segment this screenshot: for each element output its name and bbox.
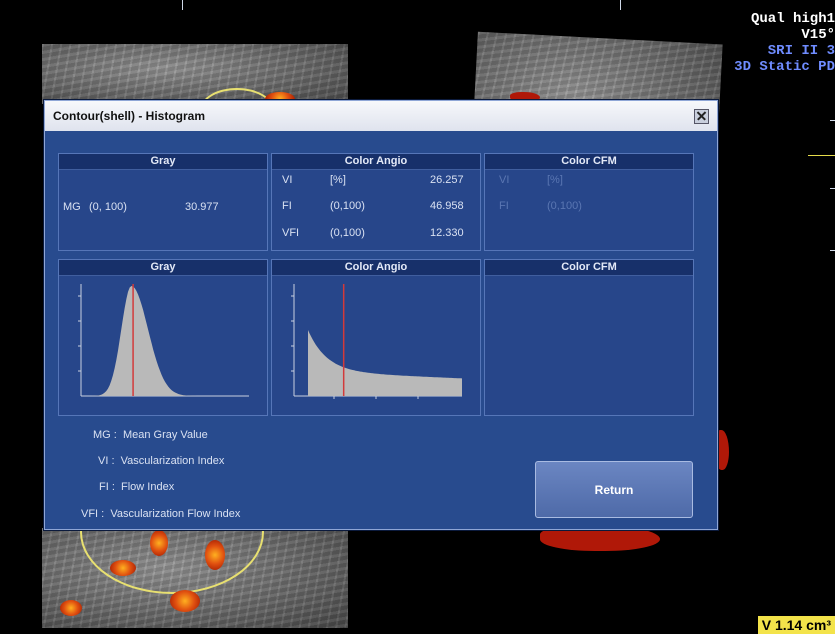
legend-vfi: VFI : Vascularization Flow Index (81, 508, 240, 520)
mode-label: 3D Static PD (734, 59, 835, 75)
scale-tick (830, 250, 835, 251)
legend-text: Vascularization Index (120, 455, 225, 467)
legend-abbr: VI : (98, 455, 115, 467)
vfi-range: (0,100) (330, 227, 365, 239)
panel-header: Color CFM (485, 154, 693, 170)
color-angio-stats-panel: Color Angio VI [%] 26.257 FI (0,100) 46.… (271, 153, 481, 251)
vi-range: [%] (330, 174, 346, 186)
scale-tick (182, 0, 183, 10)
return-button[interactable]: Return (535, 461, 693, 518)
volume-readout: V 1.14 cm³ (757, 616, 835, 634)
legend-text: Flow Index (121, 481, 175, 493)
gray-histogram-area (81, 286, 249, 396)
fi-label: FI (282, 200, 292, 212)
close-icon[interactable] (694, 108, 709, 124)
scale-tick (830, 120, 835, 121)
legend-abbr: VFI : (81, 508, 105, 520)
fi-range: (0,100) (330, 200, 365, 212)
gray-stats-panel: Gray MG (0, 100) 30.977 (58, 153, 268, 251)
angle-label: V15° (801, 27, 835, 43)
flow-spot (205, 540, 225, 570)
flow-spot (110, 560, 136, 576)
panel-header: Color Angio (272, 154, 480, 170)
mg-label: MG (63, 201, 81, 213)
angio-histogram-chart (291, 284, 462, 399)
angio-histogram-panel: Color Angio (271, 259, 481, 416)
dialog-titlebar: Contour(shell) - Histogram (45, 101, 717, 131)
flow-spot (150, 530, 168, 556)
cfm-vi-label: VI (499, 174, 510, 186)
legend-text: Mean Gray Value (122, 429, 208, 441)
scale-tick (808, 155, 835, 156)
scale-tick (620, 0, 621, 10)
fi-value: 46.958 (430, 200, 464, 212)
panel-header: Gray (59, 260, 267, 276)
quality-label: Qual high1 (750, 11, 835, 27)
legend-fi: FI : Flow Index (99, 481, 174, 493)
gray-histogram-chart (78, 284, 249, 397)
panel-header: Color Angio (272, 260, 480, 276)
panel-header: Gray (59, 154, 267, 170)
vfi-label: VFI (282, 227, 300, 239)
ultrasound-view-top-left (42, 44, 348, 104)
gray-histogram-panel: Gray (58, 259, 268, 416)
legend-mg: MG : Mean Gray Value (93, 429, 208, 441)
vi-label: VI (282, 174, 293, 186)
flow-spot (60, 600, 82, 616)
cfm-histogram-panel: Color CFM (484, 259, 694, 416)
vi-value: 26.257 (430, 174, 464, 186)
mg-range: (0, 100) (89, 201, 127, 213)
cfm-fi-range: (0,100) (547, 200, 582, 212)
dialog-title: Contour(shell) - Histogram (53, 109, 205, 123)
panel-header: Color CFM (485, 260, 693, 276)
sri-label: SRI II 3 (767, 43, 835, 59)
angio-histogram-area (308, 286, 462, 396)
color-cfm-stats-panel: Color CFM VI [%] FI (0,100) (484, 153, 694, 251)
vfi-value: 12.330 (430, 227, 464, 239)
flow-spot (170, 590, 200, 612)
scale-tick (830, 188, 835, 189)
mg-value: 30.977 (185, 201, 219, 213)
legend-abbr: MG : (93, 429, 117, 441)
legend-abbr: FI : (99, 481, 115, 493)
legend-vi: VI : Vascularization Index (98, 455, 224, 467)
histogram-dialog: Contour(shell) - Histogram Gray MG (0, 1… (44, 100, 718, 530)
cfm-fi-label: FI (499, 200, 509, 212)
cfm-vi-range: [%] (547, 174, 563, 186)
legend-text: Vascularization Flow Index (110, 508, 241, 520)
